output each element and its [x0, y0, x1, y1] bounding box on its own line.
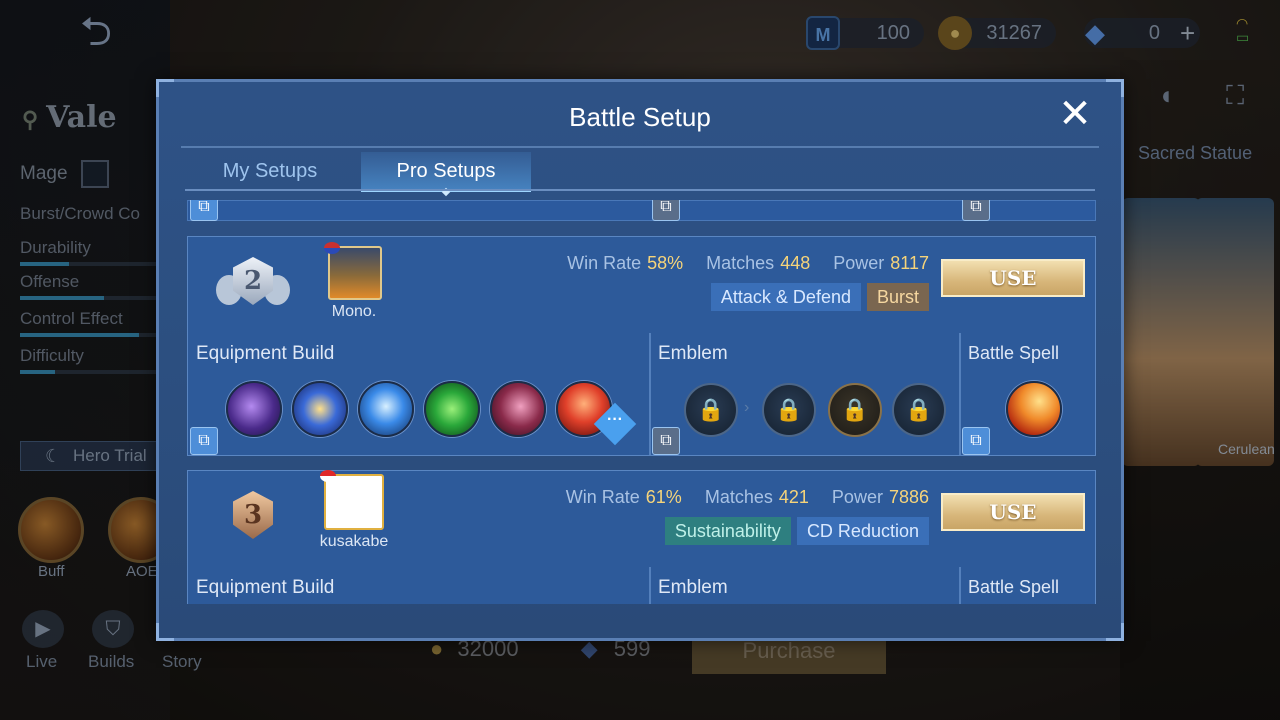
country-flag-icon: [320, 470, 336, 482]
clock-of-destiny-icon[interactable]: [292, 381, 348, 437]
copy-icon[interactable]: ⧉: [190, 427, 218, 455]
country-flag-icon: [324, 242, 340, 254]
tag: CD Reduction: [796, 517, 929, 545]
locked-talent-icon[interactable]: 🔒: [762, 383, 816, 437]
copy-icon[interactable]: ⧉: [190, 200, 218, 221]
divider: [181, 146, 1099, 148]
equipment-build-title: Equipment Build: [196, 343, 335, 364]
avatar[interactable]: [324, 242, 382, 300]
blood-wings-icon[interactable]: [490, 381, 546, 437]
battle-spell-title: Battle Spell: [968, 577, 1060, 597]
setup-stats: Win Rate 58% Matches 448 Power 8117: [567, 253, 929, 273]
setup-card-previous: ⧉ ⧉ ⧉: [187, 200, 1096, 221]
emblem-title: Emblem: [658, 343, 728, 364]
emblem-title: Emblem: [658, 577, 728, 598]
lightning-truncheon-icon[interactable]: [358, 381, 414, 437]
setup-stats: Win Rate 61% Matches 421 Power 7886: [565, 487, 929, 507]
rank-badge: 2: [214, 249, 292, 319]
copy-icon[interactable]: ⧉: [652, 427, 680, 455]
copy-icon[interactable]: ⧉: [652, 200, 680, 221]
battle-setup-dialog: Battle Setup ✕ My Setups Pro Setups ⧉ ⧉ …: [156, 79, 1124, 641]
equipment-build-title: Equipment Build: [196, 577, 335, 598]
use-button[interactable]: USE: [941, 259, 1085, 297]
avatar[interactable]: [320, 470, 384, 530]
divider: [185, 189, 1095, 191]
tag: Attack & Defend: [710, 283, 861, 311]
locked-emblem-icon[interactable]: 🔒: [684, 383, 738, 437]
tag: Sustainability: [664, 517, 791, 545]
locked-talent-icon[interactable]: 🔒: [892, 383, 946, 437]
rank-badge: 3: [214, 483, 292, 553]
ellipsis-icon: ···: [607, 411, 623, 428]
player-name: Mono.: [331, 303, 377, 320]
setup-card: 2 Mono. Win Rate 58% Matches 448 Power 8117…: [187, 236, 1096, 456]
setup-tags: Attack & Defend Burst: [705, 283, 929, 311]
more-items-button[interactable]: ···: [593, 402, 637, 446]
setup-tags: Sustainability CD Reduction: [659, 517, 929, 545]
setup-card: 3 kusakabe Win Rate 61% Matches 421 Power 7…: [187, 470, 1096, 604]
flicker-spell-icon[interactable]: [1006, 381, 1062, 437]
copy-icon[interactable]: ⧉: [962, 200, 990, 221]
close-button[interactable]: ✕: [1055, 94, 1095, 136]
use-button[interactable]: USE: [941, 493, 1085, 531]
bronze-rank-icon: 3: [233, 491, 273, 539]
enchanted-talisman-icon[interactable]: [424, 381, 480, 437]
arcane-boots-icon[interactable]: [226, 381, 282, 437]
setup-list[interactable]: ⧉ ⧉ ⧉ 2 Mono. Win Rate 58% Matches 448 Pow…: [187, 200, 1096, 604]
battle-spell-title: Battle Spell: [968, 343, 1060, 363]
dialog-title: Battle Setup: [569, 102, 711, 132]
close-icon: ✕: [1058, 92, 1092, 136]
player-name: kusakabe: [319, 533, 389, 550]
tag: Burst: [866, 283, 929, 311]
tab-my-setups[interactable]: My Setups: [185, 152, 355, 192]
locked-talent-icon[interactable]: 🔒: [828, 383, 882, 437]
tab-pro-setups[interactable]: Pro Setups: [361, 152, 531, 192]
copy-icon[interactable]: ⧉: [962, 427, 990, 455]
